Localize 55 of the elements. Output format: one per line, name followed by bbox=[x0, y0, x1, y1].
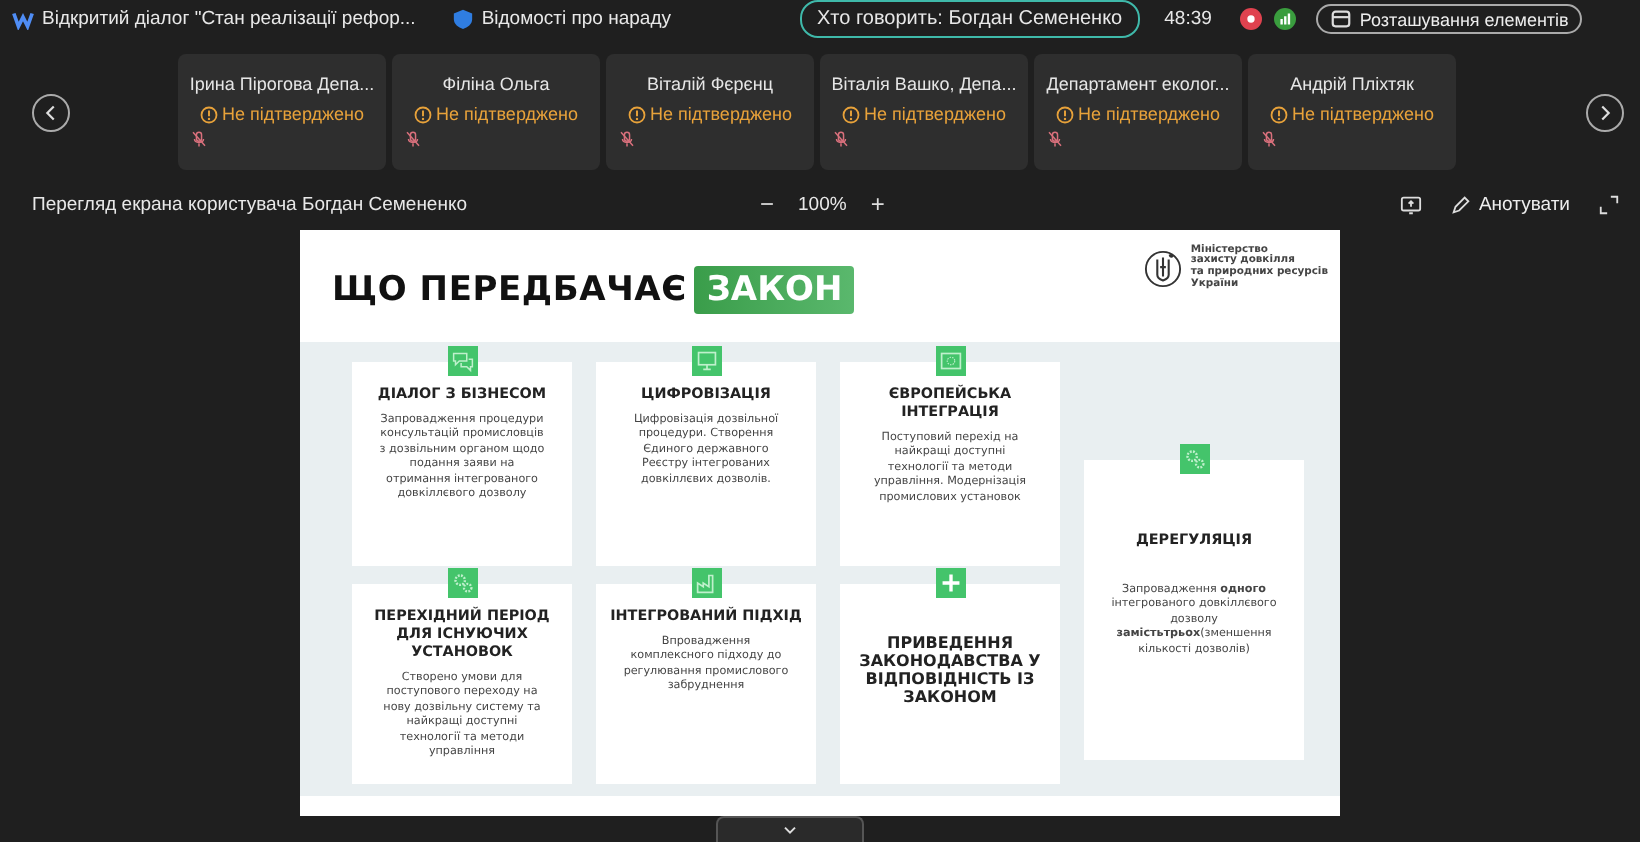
participant-tile[interactable]: Віталій Фєрєнц Не підтверджено bbox=[606, 54, 814, 171]
participant-status: Не підтверджено bbox=[1078, 104, 1220, 125]
next-button[interactable] bbox=[1586, 93, 1624, 132]
chevron-down-icon bbox=[780, 823, 800, 837]
participant-name: Віталій Фєрєнц bbox=[647, 74, 773, 95]
participant-name: Віталія Вашко, Депа... bbox=[831, 74, 1017, 95]
pen-icon bbox=[1450, 193, 1473, 216]
layout-button[interactable]: Розташування елементів bbox=[1315, 4, 1583, 34]
warning-icon bbox=[628, 105, 646, 124]
slide-title: ЩО ПЕРЕДБАЧАЄ bbox=[332, 270, 687, 310]
app-logo-icon bbox=[12, 8, 34, 30]
participant-status: Не підтверджено bbox=[436, 104, 578, 125]
flag-icon bbox=[935, 346, 965, 376]
participant-tile[interactable]: Департамент еколог... Не підтверджено bbox=[1034, 54, 1242, 171]
participant-name: Департамент еколог... bbox=[1046, 74, 1230, 95]
gears-icon bbox=[447, 568, 477, 598]
factory-icon bbox=[691, 568, 721, 598]
previous-button[interactable] bbox=[32, 93, 70, 132]
warning-icon bbox=[1270, 105, 1288, 124]
zoom-out-button[interactable]: − bbox=[760, 190, 775, 219]
participant-status: Не підтверджено bbox=[1292, 104, 1434, 125]
participant-name: Філіна Ольга bbox=[442, 74, 550, 95]
zoom-in-button[interactable]: + bbox=[870, 190, 885, 219]
popout-icon[interactable] bbox=[1400, 193, 1423, 216]
card-title: ПРИВЕДЕННЯ ЗАКОНОДАВСТВА У ВІДПОВІДНІСТЬ ІЗ ЗАКОНОМ bbox=[857, 634, 1043, 706]
gears-icon bbox=[1179, 444, 1209, 474]
participant-tile[interactable]: Філіна Ольга Не підтверджено bbox=[392, 54, 600, 171]
fullscreen-icon[interactable] bbox=[1598, 193, 1620, 216]
speaker-indicator: Хто говорить: Богдан Семененко bbox=[799, 0, 1141, 38]
participant-name: Ірина Пірогова Депа... bbox=[189, 74, 375, 95]
emblem-icon bbox=[1144, 249, 1183, 287]
warning-icon bbox=[842, 105, 860, 124]
tab-title[interactable]: Відомості про нараду bbox=[481, 8, 671, 30]
layout-icon bbox=[1329, 8, 1352, 30]
annotate-button[interactable]: Анотувати bbox=[1450, 193, 1570, 216]
chat-icon bbox=[447, 346, 477, 376]
participant-tile[interactable]: Ірина Пірогова Депа... Не підтверджено bbox=[178, 54, 386, 171]
monitor-icon bbox=[691, 346, 721, 376]
share-title: Перегляд екрана користувача Богдан Семененко bbox=[32, 193, 468, 216]
participant-tile[interactable]: Андрій Пліхтяк Не підтверджено bbox=[1248, 54, 1456, 171]
warning-icon bbox=[200, 105, 218, 124]
warning-icon bbox=[1056, 105, 1074, 124]
record-icon[interactable] bbox=[1239, 8, 1262, 30]
slide-title-highlight: ЗАКОН bbox=[694, 266, 855, 314]
participant-status: Не підтверджено bbox=[222, 104, 364, 125]
participant-status: Не підтверджено bbox=[650, 104, 792, 125]
meeting-timer: 48:39 bbox=[1164, 8, 1212, 30]
shield-icon bbox=[451, 8, 474, 30]
warning-icon bbox=[414, 105, 432, 124]
participant-status: Не підтверджено bbox=[864, 104, 1006, 125]
signal-icon[interactable] bbox=[1273, 8, 1296, 30]
zoom-level: 100% bbox=[798, 193, 847, 216]
tab-title[interactable]: Відкритий діалог "Стан реалізації рефор... bbox=[42, 8, 416, 30]
participant-tile[interactable]: Віталія Вашко, Депа... Не підтверджено bbox=[820, 54, 1028, 171]
participant-name: Андрій Пліхтяк bbox=[1290, 74, 1414, 95]
